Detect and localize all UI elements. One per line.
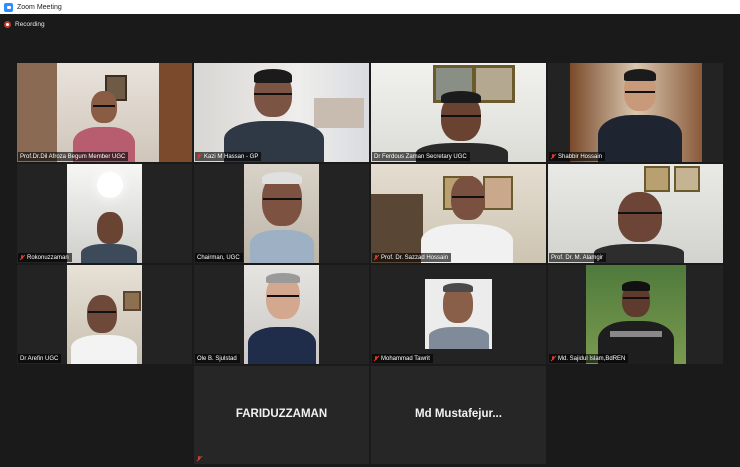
participant-video bbox=[244, 265, 319, 364]
participant-name-tag bbox=[195, 454, 207, 463]
muted-mic-icon bbox=[374, 254, 378, 261]
participant-video bbox=[17, 63, 192, 162]
participant-name: Prof.Dr.Dil Afroza Begum Member UGC bbox=[20, 153, 126, 160]
participant-name: Ole B. Sjulstad bbox=[197, 355, 237, 362]
participant-video bbox=[371, 164, 546, 263]
participant-name-tag: Chairman, UGC bbox=[195, 253, 243, 262]
muted-mic-icon bbox=[197, 153, 201, 160]
participant-tile[interactable]: Prof. Dr. M. Alamgir bbox=[548, 164, 723, 263]
record-icon bbox=[4, 20, 11, 28]
participant-tile-active-speaker[interactable]: Dr Ferdous Zaman Secretary UGC bbox=[371, 63, 546, 162]
window-title: Zoom Meeting bbox=[17, 3, 62, 11]
participant-name-tag: Prof. Dr. Sazzad Hossain bbox=[372, 253, 452, 262]
participant-name: Prof. Dr. M. Alamgir bbox=[551, 254, 604, 261]
participant-name: Md. Sajidul Islam,BdREN bbox=[558, 355, 626, 362]
muted-mic-icon bbox=[551, 355, 555, 362]
participant-video bbox=[570, 63, 702, 162]
participant-name: Dr Arefin UGC bbox=[20, 355, 59, 362]
participant-name: Kazi M Hassan - GP bbox=[204, 153, 259, 160]
participant-video bbox=[586, 265, 686, 364]
participant-video bbox=[371, 63, 546, 162]
participant-name-tag: Mohammad Tawrit bbox=[372, 354, 433, 363]
participant-video bbox=[67, 164, 142, 263]
participant-tile[interactable]: Prof. Dr. Sazzad Hossain bbox=[371, 164, 546, 263]
participant-tile-video-off[interactable]: FARIDUZZAMAN bbox=[194, 366, 369, 464]
muted-mic-icon bbox=[551, 153, 555, 160]
participant-video bbox=[425, 279, 492, 349]
participant-tile[interactable]: Prof.Dr.Dil Afroza Begum Member UGC bbox=[17, 63, 192, 162]
participant-tile[interactable]: Rokonuzzaman bbox=[17, 164, 192, 263]
participant-video bbox=[67, 265, 142, 364]
participant-video bbox=[244, 164, 319, 263]
participant-tile[interactable]: Ole B. Sjulstad bbox=[194, 265, 369, 364]
participant-name-tag: Rokonuzzaman bbox=[18, 253, 72, 262]
participant-tile[interactable]: Shabbir Hossain bbox=[548, 63, 723, 162]
participant-name-tag: Ole B. Sjulstad bbox=[195, 354, 240, 363]
muted-mic-icon bbox=[374, 355, 378, 362]
participant-name: Rokonuzzaman bbox=[27, 254, 69, 261]
participant-name-tag: Shabbir Hossain bbox=[549, 152, 606, 161]
participant-name-tag: Md. Sajidul Islam,BdREN bbox=[549, 354, 629, 363]
participant-name-tag: Prof.Dr.Dil Afroza Begum Member UGC bbox=[18, 152, 129, 161]
participant-name-tag: Dr Ferdous Zaman Secretary UGC bbox=[372, 152, 470, 161]
participant-name-tag: Dr Arefin UGC bbox=[18, 354, 62, 363]
participant-video bbox=[548, 164, 723, 263]
participant-name: Prof. Dr. Sazzad Hossain bbox=[381, 254, 449, 261]
participant-tile[interactable]: Md. Sajidul Islam,BdREN bbox=[548, 265, 723, 364]
participant-tile-video-off[interactable]: Md Mustafejur... bbox=[371, 366, 546, 464]
title-bar: Zoom Meeting bbox=[0, 0, 740, 14]
participant-tile[interactable]: Dr Arefin UGC bbox=[17, 265, 192, 364]
muted-mic-icon bbox=[197, 455, 201, 462]
participant-display-name: FARIDUZZAMAN bbox=[235, 408, 328, 420]
participant-tile[interactable]: Mohammad Tawrit bbox=[371, 265, 546, 364]
participant-name: Chairman, UGC bbox=[197, 254, 240, 261]
participant-tile[interactable]: Kazi M Hassan - GP bbox=[194, 63, 369, 162]
participant-name-tag: Prof. Dr. M. Alamgir bbox=[549, 253, 607, 262]
participant-name: Mohammad Tawrit bbox=[381, 355, 430, 362]
recording-indicator[interactable]: Recording bbox=[4, 18, 45, 30]
participant-name: Dr Ferdous Zaman Secretary UGC bbox=[374, 153, 467, 160]
recording-label: Recording bbox=[15, 20, 45, 28]
participant-tile[interactable]: Chairman, UGC bbox=[194, 164, 369, 263]
participant-display-name: Md Mustafejur... bbox=[415, 408, 502, 420]
participant-name-tag: Kazi M Hassan - GP bbox=[195, 152, 262, 161]
zoom-logo-icon bbox=[4, 2, 13, 12]
muted-mic-icon bbox=[20, 254, 24, 261]
participant-video bbox=[194, 63, 369, 162]
participant-name: Shabbir Hossain bbox=[558, 153, 603, 160]
